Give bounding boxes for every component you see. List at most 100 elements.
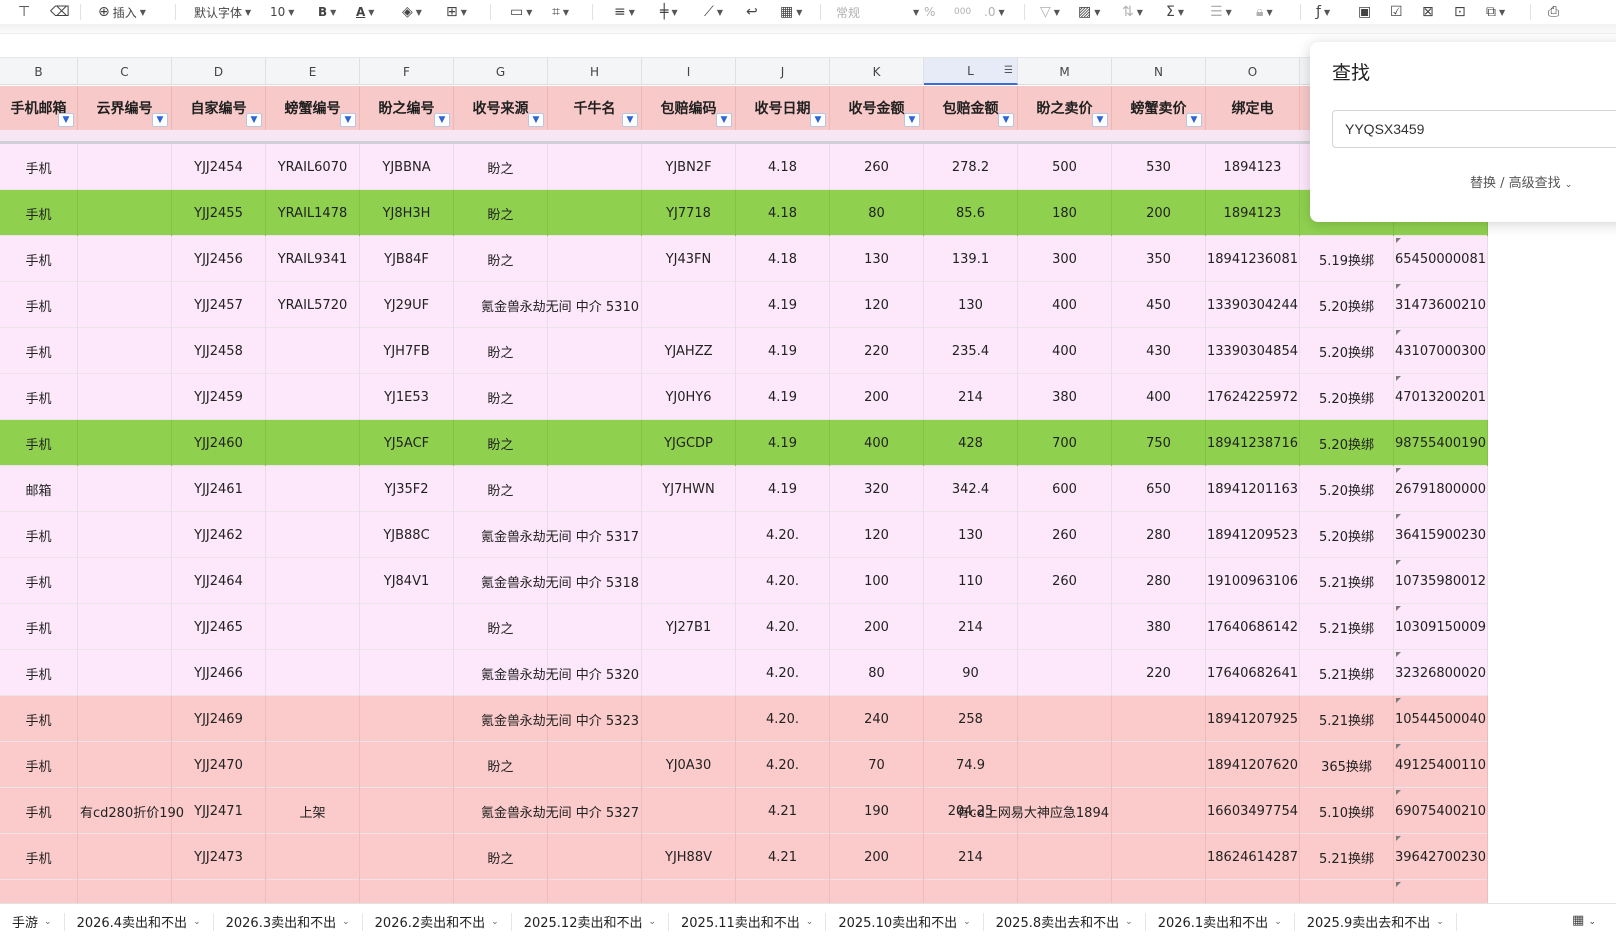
table-cell[interactable] xyxy=(1018,696,1112,742)
table-cell[interactable]: 18941236081 xyxy=(1206,236,1300,282)
field-header-cell[interactable]: 绑定电 xyxy=(1206,86,1300,130)
field-header-cell[interactable]: 收号日期 ▼ xyxy=(736,86,830,130)
protect-button[interactable]: 🔒︎ ▼ xyxy=(1256,3,1273,21)
table-cell[interactable]: 盼之 xyxy=(454,834,548,880)
table-cell[interactable]: YJH88V xyxy=(642,834,736,880)
table-cell[interactable]: 100 xyxy=(830,558,924,604)
table-cell[interactable] xyxy=(78,282,172,328)
filter-dropdown-icon[interactable]: ▼ xyxy=(528,113,544,127)
table-cell[interactable] xyxy=(266,650,360,696)
table-cell[interactable]: 永劫无间 中介 5323 xyxy=(520,696,642,742)
filter-button[interactable]: ▽ ▼ xyxy=(1040,3,1060,21)
table-cell[interactable]: 上架 xyxy=(266,788,360,834)
table-cell[interactable]: 280 xyxy=(1112,558,1206,604)
table-cell[interactable]: 5.21换绑 xyxy=(1300,696,1394,742)
table-cell[interactable] xyxy=(548,466,642,512)
table-cell[interactable]: 盼之 xyxy=(454,374,548,420)
filter-dropdown-icon[interactable]: ▼ xyxy=(998,113,1014,127)
column-header-e[interactable]: E xyxy=(266,58,360,85)
table-cell[interactable]: YJJ2459 xyxy=(172,374,266,420)
field-header-cell[interactable]: 螃蟹编号 ▼ xyxy=(266,86,360,130)
table-cell[interactable] xyxy=(1018,742,1112,788)
table-cell[interactable]: 258 xyxy=(924,696,1018,742)
table-cell[interactable]: 手机 xyxy=(0,144,78,190)
table-cell[interactable]: 5.20换绑 xyxy=(1300,512,1394,558)
table-cell[interactable]: YJ5ACF xyxy=(360,420,454,466)
table-cell[interactable] xyxy=(78,650,172,696)
table-cell[interactable]: 17640686142 xyxy=(1206,604,1300,650)
table-cell[interactable]: YRAIL9341 xyxy=(266,236,360,282)
filter-dropdown-icon[interactable]: ▼ xyxy=(58,113,74,127)
table-cell[interactable]: 5.21换绑 xyxy=(1300,604,1394,650)
table-cell[interactable]: 手机 xyxy=(0,742,78,788)
table-cell[interactable]: 盼之 xyxy=(454,420,548,466)
field-header-cell[interactable]: 盼之编号 ▼ xyxy=(360,86,454,130)
table-cell[interactable] xyxy=(78,880,172,903)
fill-color-button[interactable]: ◈ ▼ xyxy=(402,3,422,21)
table-cell[interactable] xyxy=(360,742,454,788)
table-cell[interactable]: YJ7718 xyxy=(642,190,736,236)
table-cell[interactable]: 有cd上网易大神应急1894 xyxy=(957,788,1112,834)
table-cell[interactable]: 200 xyxy=(830,374,924,420)
table-cell[interactable]: 110 xyxy=(924,558,1018,604)
table-cell[interactable]: 65450000081 xyxy=(1394,236,1488,282)
table-cell[interactable] xyxy=(1112,742,1206,788)
table-cell[interactable]: 130 xyxy=(924,282,1018,328)
merge-button[interactable]: ▭ ▼ xyxy=(510,3,532,21)
table-cell[interactable]: YJJ2454 xyxy=(172,144,266,190)
table-cell[interactable] xyxy=(266,328,360,374)
sort-button[interactable]: ⇅ ▼ xyxy=(1122,3,1143,21)
table-cell[interactable]: 69075400210 xyxy=(1394,788,1488,834)
table-cell[interactable]: YJ27B1 xyxy=(642,604,736,650)
table-cell[interactable]: 85.6 xyxy=(924,190,1018,236)
table-cell[interactable]: 214 xyxy=(924,604,1018,650)
table-cell[interactable]: YJJ2465 xyxy=(172,604,266,650)
table-cell[interactable] xyxy=(548,880,642,903)
table-cell[interactable]: 4.18 xyxy=(736,236,830,282)
table-cell[interactable] xyxy=(548,742,642,788)
column-header-i[interactable]: I xyxy=(642,58,736,85)
table-cell[interactable]: 5.21换绑 xyxy=(1300,650,1394,696)
table-cell[interactable] xyxy=(548,190,642,236)
table-cell[interactable]: YJJ2471 xyxy=(172,788,266,834)
table-cell[interactable]: 300 xyxy=(1018,236,1112,282)
table-cell[interactable]: YJGCDP xyxy=(642,420,736,466)
table-cell[interactable]: YJ1E53 xyxy=(360,374,454,420)
table-cell[interactable] xyxy=(266,880,360,903)
table-cell[interactable]: 4.21 xyxy=(736,834,830,880)
table-cell[interactable]: 10309150009 xyxy=(1394,604,1488,650)
table-cell[interactable]: 手机 xyxy=(0,834,78,880)
table-cell[interactable]: YJ29UF xyxy=(360,282,454,328)
table-cell[interactable] xyxy=(924,880,1018,903)
table-cell[interactable]: 盼之 xyxy=(454,328,548,374)
column-header-m[interactable]: M xyxy=(1018,58,1112,85)
table-cell[interactable]: 5.20换绑 xyxy=(1300,328,1394,374)
freeze-button[interactable]: ▦ ▼ xyxy=(780,3,802,21)
table-cell[interactable]: 120 xyxy=(830,282,924,328)
table-cell[interactable]: 盼之 xyxy=(454,190,548,236)
sheet-tab[interactable]: 2025.11卖出和不出 ⌄ xyxy=(669,912,827,931)
table-cell[interactable] xyxy=(266,512,360,558)
table-cell[interactable]: 260 xyxy=(1018,558,1112,604)
field-header-cell[interactable]: 云界编号 ▼ xyxy=(78,86,172,130)
table-cell[interactable] xyxy=(1018,880,1112,903)
table-cell[interactable]: YRAIL5720 xyxy=(266,282,360,328)
table-cell[interactable]: 17624225972 xyxy=(1206,374,1300,420)
table-cell[interactable]: 430 xyxy=(1112,328,1206,374)
table-cell[interactable]: 5.20换绑 xyxy=(1300,466,1394,512)
table-cell[interactable]: 16603497754 xyxy=(1206,788,1300,834)
table-cell[interactable]: YJAHZZ xyxy=(642,328,736,374)
table-cell[interactable]: 5.19换绑 xyxy=(1300,236,1394,282)
table-cell[interactable] xyxy=(78,374,172,420)
sum-button[interactable]: Σ ▼ xyxy=(1166,3,1184,21)
table-cell[interactable]: 盼之 xyxy=(454,604,548,650)
table-cell[interactable]: 380 xyxy=(1112,604,1206,650)
table-cell[interactable]: YJB88C xyxy=(360,512,454,558)
filter-dropdown-icon[interactable]: ▼ xyxy=(152,113,168,127)
table-cell[interactable] xyxy=(78,466,172,512)
table-cell[interactable] xyxy=(78,190,172,236)
table-cell[interactable] xyxy=(266,466,360,512)
table-cell[interactable]: 10735980012 xyxy=(1394,558,1488,604)
insert-image-button[interactable]: ▣ xyxy=(1358,3,1371,21)
table-cell[interactable]: 4.19 xyxy=(736,420,830,466)
